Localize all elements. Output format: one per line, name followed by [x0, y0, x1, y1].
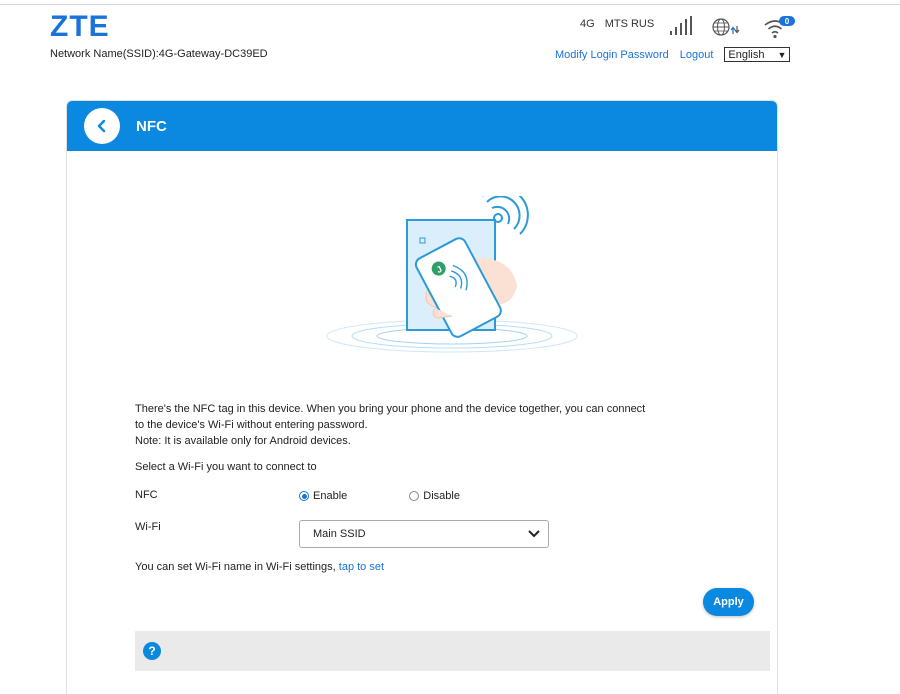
- select-wifi-label: Select a Wi-Fi you want to connect to: [135, 461, 317, 473]
- hint-text: You can set Wi-Fi name in Wi-Fi settings…: [135, 561, 336, 573]
- nfc-disable-radio[interactable]: Disable: [409, 490, 460, 502]
- nfc-enable-radio[interactable]: Enable: [299, 490, 347, 502]
- signal-bars-icon: [670, 16, 692, 35]
- nfc-label: NFC: [135, 489, 158, 501]
- disable-label: Disable: [423, 490, 460, 502]
- chevron-left-icon: [97, 119, 106, 133]
- wifi-icon[interactable]: 0: [762, 14, 798, 40]
- chevron-down-icon: ▼: [777, 49, 787, 60]
- zte-logo: ZTE: [50, 10, 110, 43]
- language-value: English: [728, 48, 765, 61]
- radio-unchecked-icon: [409, 491, 420, 501]
- help-bar: ?: [135, 631, 770, 671]
- enable-label: Enable: [313, 490, 348, 502]
- help-icon[interactable]: ?: [143, 642, 161, 660]
- wifi-count-badge: 0: [785, 17, 790, 26]
- description-line: to the device's Wi-Fi without entering p…: [135, 419, 368, 431]
- wifi-settings-hint: You can set Wi-Fi name in Wi-Fi settings…: [135, 561, 384, 573]
- modify-password-link[interactable]: Modify Login Password: [555, 49, 669, 61]
- operator-name: MTS RUS: [604, 18, 655, 30]
- description-line: There's the NFC tag in this device. When…: [135, 403, 646, 415]
- wifi-select-value: Main SSID: [313, 528, 366, 540]
- chevron-down-icon: [528, 530, 540, 538]
- logout-link[interactable]: Logout: [680, 49, 714, 61]
- ssid-label: Network Name(SSID):4G-Gateway-DC39ED: [50, 48, 268, 60]
- header-links: Modify Login Password Logout English ▼: [555, 47, 791, 62]
- tap-to-set-link[interactable]: tap to set: [339, 561, 384, 573]
- page-title: NFC: [136, 117, 167, 135]
- description-note: Note: It is available only for Android d…: [135, 435, 351, 447]
- top-divider: [0, 4, 900, 5]
- back-button[interactable]: [84, 108, 120, 144]
- radio-checked-icon: [299, 491, 309, 501]
- globe-data-icon: [712, 18, 740, 36]
- language-select[interactable]: English ▼: [724, 47, 791, 62]
- status-bar: 4G MTS RUS: [580, 18, 664, 30]
- network-type: 4G: [580, 18, 595, 30]
- nfc-description: There's the NFC tag in this device. When…: [135, 401, 675, 449]
- nfc-panel: NFC J There's the NFC tag in this device…: [66, 100, 778, 694]
- wifi-label: Wi-Fi: [135, 521, 161, 533]
- wifi-select[interactable]: Main SSID: [299, 520, 549, 548]
- panel-header: NFC: [67, 101, 777, 151]
- apply-button[interactable]: Apply: [703, 588, 754, 616]
- nfc-illustration: J: [326, 196, 578, 353]
- nfc-radio-group: Enable Disable: [299, 490, 522, 502]
